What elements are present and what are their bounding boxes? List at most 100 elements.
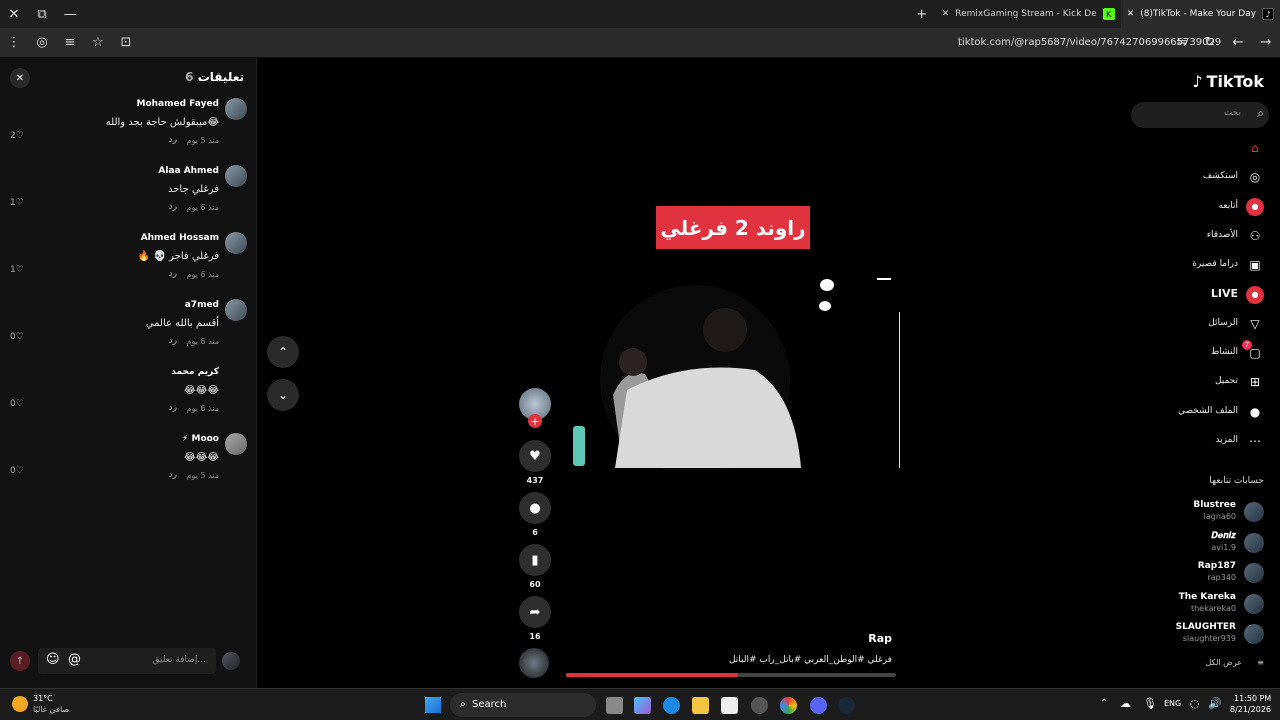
nav-item-messages[interactable]: الرسائل ▽ [1128, 314, 1280, 336]
comment-author[interactable]: كريم محمد [171, 367, 219, 377]
share-button[interactable]: ➦ [519, 596, 551, 628]
avatar[interactable] [225, 165, 247, 187]
video-progress-bar[interactable] [566, 673, 896, 677]
steam-icon[interactable] [838, 697, 855, 714]
following-account[interactable]: 𝑫𝒆𝒏𝒊𝒛 avi1.9 [1128, 531, 1280, 559]
extensions-icon[interactable]: ◎ [28, 29, 56, 57]
clock-time[interactable]: 11:50 PM [1234, 694, 1271, 703]
following-account[interactable]: The Kareka thekareka0 [1128, 592, 1280, 620]
translate-icon[interactable]: ⊡ [112, 29, 140, 57]
forward-icon[interactable]: ← [1224, 29, 1252, 57]
comment-like-button[interactable]: 2♡ [10, 131, 24, 141]
mention-icon[interactable]: @ [68, 652, 81, 667]
weather-icon[interactable] [12, 696, 28, 712]
nav-item-live[interactable]: LIVE ● [1128, 285, 1280, 307]
language-indicator[interactable]: ENG [1164, 699, 1181, 708]
nav-item-activity[interactable]: النشاط ▢ 7 [1128, 340, 1280, 365]
chrome-icon[interactable] [780, 697, 797, 714]
avatar [1244, 563, 1264, 583]
tab-kick[interactable]: ✕ RemixGaming Stream - Kick De K [936, 0, 1121, 28]
clock-date[interactable]: 8/21/2026 [1230, 705, 1271, 714]
account-handle: slaughter939 [1182, 634, 1236, 643]
tiktok-sidebar: ♪ TikTok بحث ⌕ ⌂ استكشف ◎ أتابعه ● الأصدقاء ⚇ د… [1128, 58, 1280, 688]
app-icon[interactable] [751, 697, 768, 714]
taskbar-search[interactable]: ⌕ Search [450, 693, 596, 717]
close-window-icon[interactable]: ✕ [0, 0, 28, 28]
copilot-icon[interactable] [634, 697, 651, 714]
close-tab-icon[interactable]: ✕ [1127, 9, 1135, 19]
nav-item-profile[interactable]: الملف الشخصي ● [1128, 402, 1280, 424]
tiktok-logo[interactable]: ♪ TikTok [1192, 72, 1264, 91]
comment-like-button[interactable]: 0♡ [10, 399, 24, 409]
avatar[interactable] [225, 433, 247, 455]
tab-actions-icon[interactable]: ⧉ [28, 0, 56, 28]
nav-item-upload[interactable]: تحميل ⊞ [1128, 372, 1280, 394]
comment-author[interactable]: a7med [185, 300, 219, 310]
following-account[interactable]: Blustree lagna60 [1128, 500, 1280, 528]
nav-item-following[interactable]: أتابعه ● [1128, 197, 1280, 219]
reply-button[interactable]: رد [169, 470, 177, 480]
reply-button[interactable]: رد [169, 135, 177, 145]
nav-item-compass[interactable]: استكشف ◎ [1128, 167, 1280, 189]
following-account[interactable]: Rap187 rap340 [1128, 561, 1280, 589]
comment-like-button[interactable]: 1♡ [10, 198, 24, 208]
nav-item-friends[interactable]: الأصدقاء ⚇ [1128, 226, 1280, 248]
tray-chevron-icon[interactable]: ⌃ [1100, 698, 1108, 709]
see-all-link[interactable]: ≡ عرض الكل [1205, 658, 1264, 667]
minimize-icon[interactable]: — [56, 0, 84, 28]
avatar[interactable] [225, 98, 247, 120]
comment-author[interactable]: Mohamed Fayed [136, 99, 219, 109]
nav-item-more[interactable]: المزيد ⋯ [1128, 431, 1280, 453]
reply-button[interactable]: رد [169, 403, 177, 413]
like-button[interactable]: ♥ [519, 440, 551, 472]
mic-icon[interactable]: 🎙 [1143, 697, 1157, 710]
comment-button[interactable]: ● [519, 492, 551, 524]
avatar[interactable] [225, 299, 247, 321]
new-tab-icon[interactable]: + [908, 0, 936, 28]
close-tab-icon[interactable]: ✕ [942, 9, 950, 19]
comment-author[interactable]: Ahmed Hossam [141, 233, 219, 243]
avatar[interactable] [225, 232, 247, 254]
search-input[interactable]: بحث [1131, 102, 1269, 128]
discord-icon[interactable] [810, 697, 827, 714]
comment-like-button[interactable]: 1♡ [10, 265, 24, 275]
sound-disc-icon[interactable] [519, 648, 549, 678]
next-video-button[interactable]: ⌄ [267, 379, 299, 411]
search-icon[interactable]: ⌕ [1257, 106, 1264, 121]
comment-time: منذ 6 يوم [186, 404, 219, 413]
comment-author[interactable]: Alaa Ahmed [158, 166, 219, 176]
reply-button[interactable]: رد [169, 269, 177, 279]
following-account[interactable]: SLAUGHTER slaughter939 [1128, 622, 1280, 650]
close-comments-button[interactable]: ✕ [10, 68, 30, 88]
save-button[interactable]: ▮ [519, 544, 551, 576]
network-icon[interactable]: ◌ [1190, 697, 1200, 710]
tab-tiktok[interactable]: ✕ (8)TikTok - Make Your Day ♪ [1120, 0, 1280, 28]
comment-input[interactable]: ...إضافة تعليق [38, 648, 216, 674]
avatar[interactable] [225, 366, 247, 388]
previous-video-button[interactable]: ⌃ [267, 336, 299, 368]
start-icon[interactable] [425, 697, 441, 713]
comment-author[interactable]: Mooo ⚡ [182, 434, 219, 444]
bookmark-star-icon[interactable]: ☆ [84, 29, 112, 57]
task-view-icon[interactable] [606, 697, 623, 714]
back-icon[interactable]: → [1252, 29, 1280, 57]
nav-item-home[interactable]: ⌂ [1128, 138, 1280, 160]
menu-icon[interactable]: ⋮ [0, 29, 28, 57]
nav-item-drama[interactable]: دراما قصيرة ▣ [1128, 255, 1280, 277]
url-field[interactable]: tiktok.com/@rap5687/video/76742706996657… [958, 37, 1221, 48]
comment-like-button[interactable]: 0♡ [10, 332, 24, 342]
comment-item: كريم محمد 😂😂😂 منذ 6 يوم رد 0♡ [0, 366, 257, 433]
follow-plus-button[interactable]: + [528, 414, 542, 428]
edge-icon[interactable] [663, 697, 680, 714]
reading-list-icon[interactable]: ≡ [56, 29, 84, 57]
volume-icon[interactable]: 🔊 [1208, 697, 1222, 710]
send-button[interactable]: ↑ [10, 651, 30, 671]
video-author[interactable]: Rap [820, 632, 892, 645]
reply-button[interactable]: رد [169, 202, 177, 212]
comment-like-button[interactable]: 0♡ [10, 466, 24, 476]
emoji-icon[interactable]: ☺ [46, 652, 60, 667]
file-explorer-icon[interactable] [692, 697, 709, 714]
reply-button[interactable]: رد [169, 336, 177, 346]
cloud-icon[interactable]: ☁ [1120, 697, 1131, 710]
store-icon[interactable] [721, 697, 738, 714]
